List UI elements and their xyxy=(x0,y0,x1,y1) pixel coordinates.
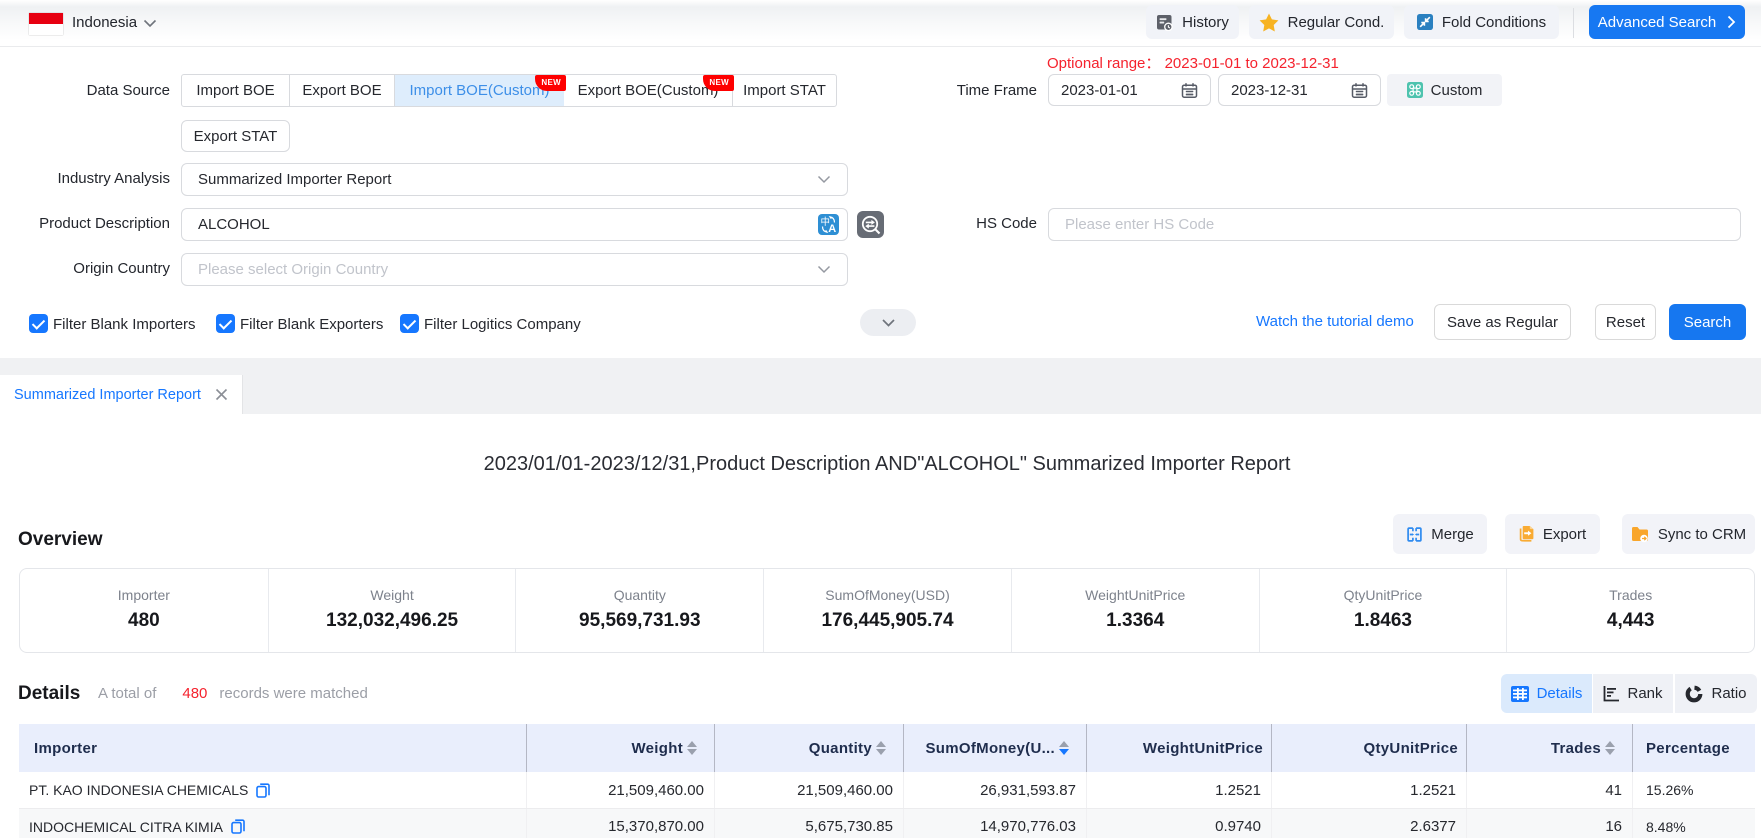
svg-text:A: A xyxy=(828,223,836,235)
